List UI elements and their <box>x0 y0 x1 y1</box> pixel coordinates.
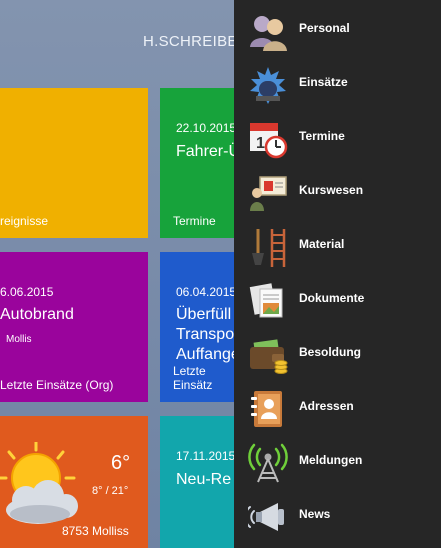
weather-temperature: 6° <box>111 452 131 474</box>
tile-label: reignisse <box>0 214 49 228</box>
tile-events[interactable]: reignisse <box>0 88 148 238</box>
menu-item-label: Termine <box>299 129 345 143</box>
tile-title: Neu-Re <box>176 471 232 488</box>
tile-news[interactable]: 17.11.2015 Neu-Re <box>160 416 240 548</box>
tile-subtitle: Mollis <box>6 334 32 345</box>
menu-item-label: Meldungen <box>299 453 363 467</box>
tile-date: 6.06.2015 <box>0 285 54 299</box>
tools-icon <box>252 229 286 267</box>
tile-label: Letzte Einsätze (Org) <box>0 378 114 392</box>
tile-appointments[interactable]: 22.10.2015 Fahrer-Ü Termine <box>160 88 240 238</box>
menu-item-label: Besoldung <box>299 345 361 359</box>
menu-item-label: Dokumente <box>299 291 365 305</box>
sun-cloud-icon <box>0 442 78 524</box>
menu-item-adressen[interactable]: Adressen <box>234 380 441 434</box>
menu-item-personal[interactable]: Personal <box>234 2 441 56</box>
tile-label: Termine <box>173 214 216 228</box>
megaphone-icon <box>248 503 284 531</box>
menu-item-label: Kurswesen <box>299 183 364 197</box>
menu-item-dokumente[interactable]: Dokumente <box>234 272 441 326</box>
menu-item-label: Adressen <box>299 399 354 413</box>
svg-text:1: 1 <box>256 135 265 152</box>
antenna-icon <box>248 443 288 483</box>
menu-item-label: Einsätze <box>299 75 348 89</box>
tile-weather[interactable]: 6° 8° / 21° 8753 Molliss <box>0 416 148 548</box>
menu-item-besoldung[interactable]: Besoldung <box>234 326 441 380</box>
documents-icon <box>249 283 283 318</box>
menu-item-termine[interactable]: 1 Termine <box>234 110 441 164</box>
calendar-clock-icon: 1 <box>250 123 288 159</box>
presentation-icon <box>250 176 287 211</box>
tile-date: 06.04.2015 <box>176 285 237 299</box>
menu-item-einsaetze[interactable]: Einsätze <box>234 56 441 110</box>
people-icon <box>250 16 287 51</box>
menu-item-label: Personal <box>299 21 350 35</box>
tile-date: 17.11.2015 <box>176 449 236 463</box>
wallet-icon <box>250 339 288 374</box>
tile-label: Letzte Einsätz <box>173 364 213 392</box>
weather-range: 8° / 21° <box>92 485 129 497</box>
siren-icon <box>250 67 286 104</box>
tile-title: Fahrer-Ü <box>176 143 240 160</box>
menu-item-kurswesen[interactable]: Kurswesen <box>234 164 441 218</box>
tile-title-line-1: Überfüll <box>176 306 232 323</box>
menu-item-news[interactable]: News <box>234 488 441 542</box>
weather-location: 8753 Molliss <box>62 524 129 538</box>
address-book-icon <box>251 391 282 427</box>
menu-item-label: Material <box>299 237 345 251</box>
user-name: H.SCHREIBE <box>143 33 238 50</box>
tile-title-line-2: Transpo <box>176 326 235 343</box>
tile-title: Autobrand <box>0 306 74 323</box>
tile-date: 22.10.2015 <box>176 121 237 135</box>
menu-item-material[interactable]: Material <box>234 218 441 272</box>
side-menu: Personal Einsätze 1 Termine Kurswesen Ma… <box>234 0 441 548</box>
tile-operations[interactable]: 06.04.2015 Überfüll Transpo Auffange Let… <box>160 252 240 402</box>
menu-item-meldungen[interactable]: Meldungen <box>234 434 441 488</box>
tile-title-line-3: Auffange <box>176 346 240 363</box>
tile-operations-org[interactable]: 6.06.2015 Autobrand Mollis Letzte Einsät… <box>0 252 148 402</box>
menu-item-label: News <box>299 507 331 521</box>
